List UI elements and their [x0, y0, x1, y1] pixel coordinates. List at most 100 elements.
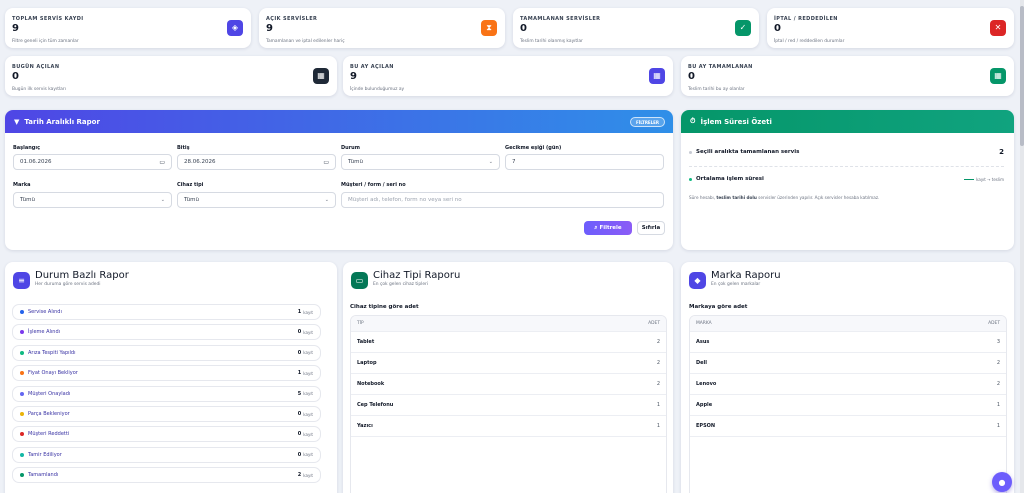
status-select[interactable]: Tümü ⌄ [341, 154, 500, 170]
table-row: Tablet 2 [351, 332, 666, 353]
end-date-label: Bitiş [177, 145, 190, 151]
brand-select[interactable]: Tümü ⌄ [13, 192, 172, 208]
status-dot [20, 330, 24, 335]
stat-label: TOPLAM SERVİS KAYDI [12, 16, 84, 22]
status-name: Tamir Ediliyor [28, 451, 62, 458]
status-unit: kayıt [303, 452, 313, 458]
chat-button[interactable]: ● [992, 472, 1012, 492]
col-brand: MARKA [696, 321, 712, 326]
processing-time-summary: ⏱ İşlem Süresi Özeti Seçili aralıkta tam… [681, 110, 1014, 250]
table-row: Apple 1 [690, 395, 1006, 416]
reset-button-label: Sıfırla [641, 225, 661, 231]
stat-card-month-completed: BU AY TAMAMLANAN 0 Teslim tarihi bu ay o… [681, 56, 1014, 96]
table-row: Laptop 2 [351, 353, 666, 374]
row-name: Lenovo [696, 381, 717, 387]
scrollbar[interactable] [1020, 0, 1024, 493]
avg-line-icon [964, 178, 975, 180]
stat-sub: İçinde bulunduğumuz ay [350, 87, 405, 92]
filter-button[interactable]: ⌕ Filtrele [584, 221, 632, 235]
brand-report-subtitle: En çok gelen markalar [711, 282, 761, 287]
delay-threshold-input[interactable]: 7 [505, 154, 664, 170]
status-row: Parça Bekleniyor 0 kayıt [12, 406, 321, 422]
stat-card-cancelled: İPTAL / REDDEDİLEN 0 İptal / red / redde… [767, 8, 1014, 48]
status-unit: kayıt [303, 329, 313, 335]
table-row: Lenovo 2 [690, 374, 1006, 395]
device-type-value: Tümü [184, 197, 199, 203]
filter-button-label: Filtrele [599, 225, 622, 231]
filters-badge: FİLTRELER [629, 117, 665, 127]
device-type-label: Cihaz tipi [177, 182, 204, 188]
table-row: Dell 2 [690, 353, 1006, 374]
stat-card-open: AÇIK SERVİSLER 9 Tamamlanan ve iptal edi… [259, 8, 505, 48]
calendar-icon[interactable]: ▭ [323, 159, 329, 166]
status-dot [20, 412, 24, 416]
stat-card-completed: TAMAMLANAN SERVİSLER 0 Teslim tarihi ola… [513, 8, 759, 48]
filter-title: Tarih Aralıklı Rapor [24, 117, 100, 126]
calendar-check-icon: ▦ [990, 68, 1006, 84]
status-dot [20, 371, 24, 376]
stat-label: BUGÜN AÇILAN [12, 64, 60, 70]
bullet [689, 150, 692, 154]
calendar-icon[interactable]: ▭ [159, 159, 165, 166]
brand-report-card: ◆ Marka Raporu En çok gelen markalar Mar… [681, 262, 1014, 493]
stat-label: BU AY TAMAMLANAN [688, 64, 753, 70]
status-unit: kayıt [303, 391, 313, 397]
table-row: Notebook 2 [351, 374, 666, 395]
status-count: 5 [297, 390, 302, 397]
start-date-input[interactable]: 01.06.2026 ▭ [13, 154, 172, 170]
completed-value: 2 [999, 148, 1004, 156]
stat-sub: İptal / red / reddedilen durumlar [774, 39, 845, 44]
brand-label: Marka [13, 182, 31, 188]
device-report-title: Cihaz Tipi Raporu [373, 270, 461, 281]
completed-label: Seçili aralıkta tamamlanan servis [696, 149, 800, 155]
status-name: Parça Bekleniyor [28, 411, 70, 417]
reset-button[interactable]: Sıfırla [637, 221, 665, 235]
chevron-down-icon: ⌄ [488, 159, 493, 165]
col-count: ADET [988, 321, 1000, 326]
status-dot [20, 473, 24, 478]
avg-label: Ortalama işlem süresi [696, 176, 764, 182]
delay-threshold-value: 7 [512, 159, 516, 165]
status-count: 0 [297, 431, 302, 438]
divider [689, 166, 1004, 167]
laptop-icon: ▭ [351, 272, 368, 289]
stat-value: 9 [350, 71, 357, 82]
status-dot [20, 452, 24, 457]
status-unit: kayıt [303, 370, 313, 376]
status-row: İşleme Alındı 0 kayıt [12, 324, 321, 341]
status-row: Tamamlandı 2 kayıt [12, 467, 321, 484]
row-name: Laptop [357, 360, 377, 366]
row-count: 1 [996, 402, 1000, 408]
x-circle-icon: ✕ [990, 20, 1006, 36]
status-dot [20, 432, 24, 437]
status-row: Arıza Tespiti Yapıldı 0 kayıt [12, 344, 321, 361]
customer-search-input[interactable]: Müşteri adı, telefon, form no veya seri … [341, 192, 664, 208]
stat-value: 0 [774, 23, 781, 34]
table-row: EPSON 1 [690, 416, 1006, 437]
calendar-day-icon: ▦ [313, 68, 329, 84]
status-name: Fiyat Onayı Bekliyor [28, 370, 78, 377]
brand-value: Tümü [20, 197, 35, 203]
summary-note: Süre hesabı, teslim tarihi dolu servisle… [689, 195, 880, 200]
status-name: Müşteri Onayladı [28, 390, 71, 397]
stat-sub: Bugün ilk servis kayıtları [12, 87, 66, 92]
device-type-select[interactable]: Tümü ⌄ [177, 192, 336, 208]
check-circle-icon: ✓ [735, 20, 751, 36]
stat-card-today: BUGÜN AÇILAN 0 Bugün ilk servis kayıtlar… [5, 56, 337, 96]
layers-icon: ◈ [227, 20, 243, 36]
row-count: 1 [656, 423, 660, 429]
customer-search-placeholder: Müşteri adı, telefon, form no veya seri … [348, 197, 462, 203]
delay-threshold-label: Gecikme eşiği (gün) [505, 145, 562, 151]
table-row: Asus 3 [690, 332, 1006, 353]
search-icon: ⌕ [594, 224, 598, 231]
device-report-subtitle: En çok gelen cihaz tipleri [373, 282, 429, 287]
scrollbar-thumb[interactable] [1020, 6, 1024, 146]
stat-value: 9 [266, 23, 273, 34]
row-name: Tablet [357, 339, 375, 345]
end-date-input[interactable]: 28.06.2026 ▭ [177, 154, 336, 170]
row-count: 2 [996, 360, 1000, 366]
stat-sub: Tamamlanan ve iptal edilenler hariç [266, 39, 345, 44]
status-unit: kayıt [303, 472, 313, 478]
chat-icon: ● [998, 477, 1006, 487]
end-date-value: 28.06.2026 [184, 159, 216, 165]
